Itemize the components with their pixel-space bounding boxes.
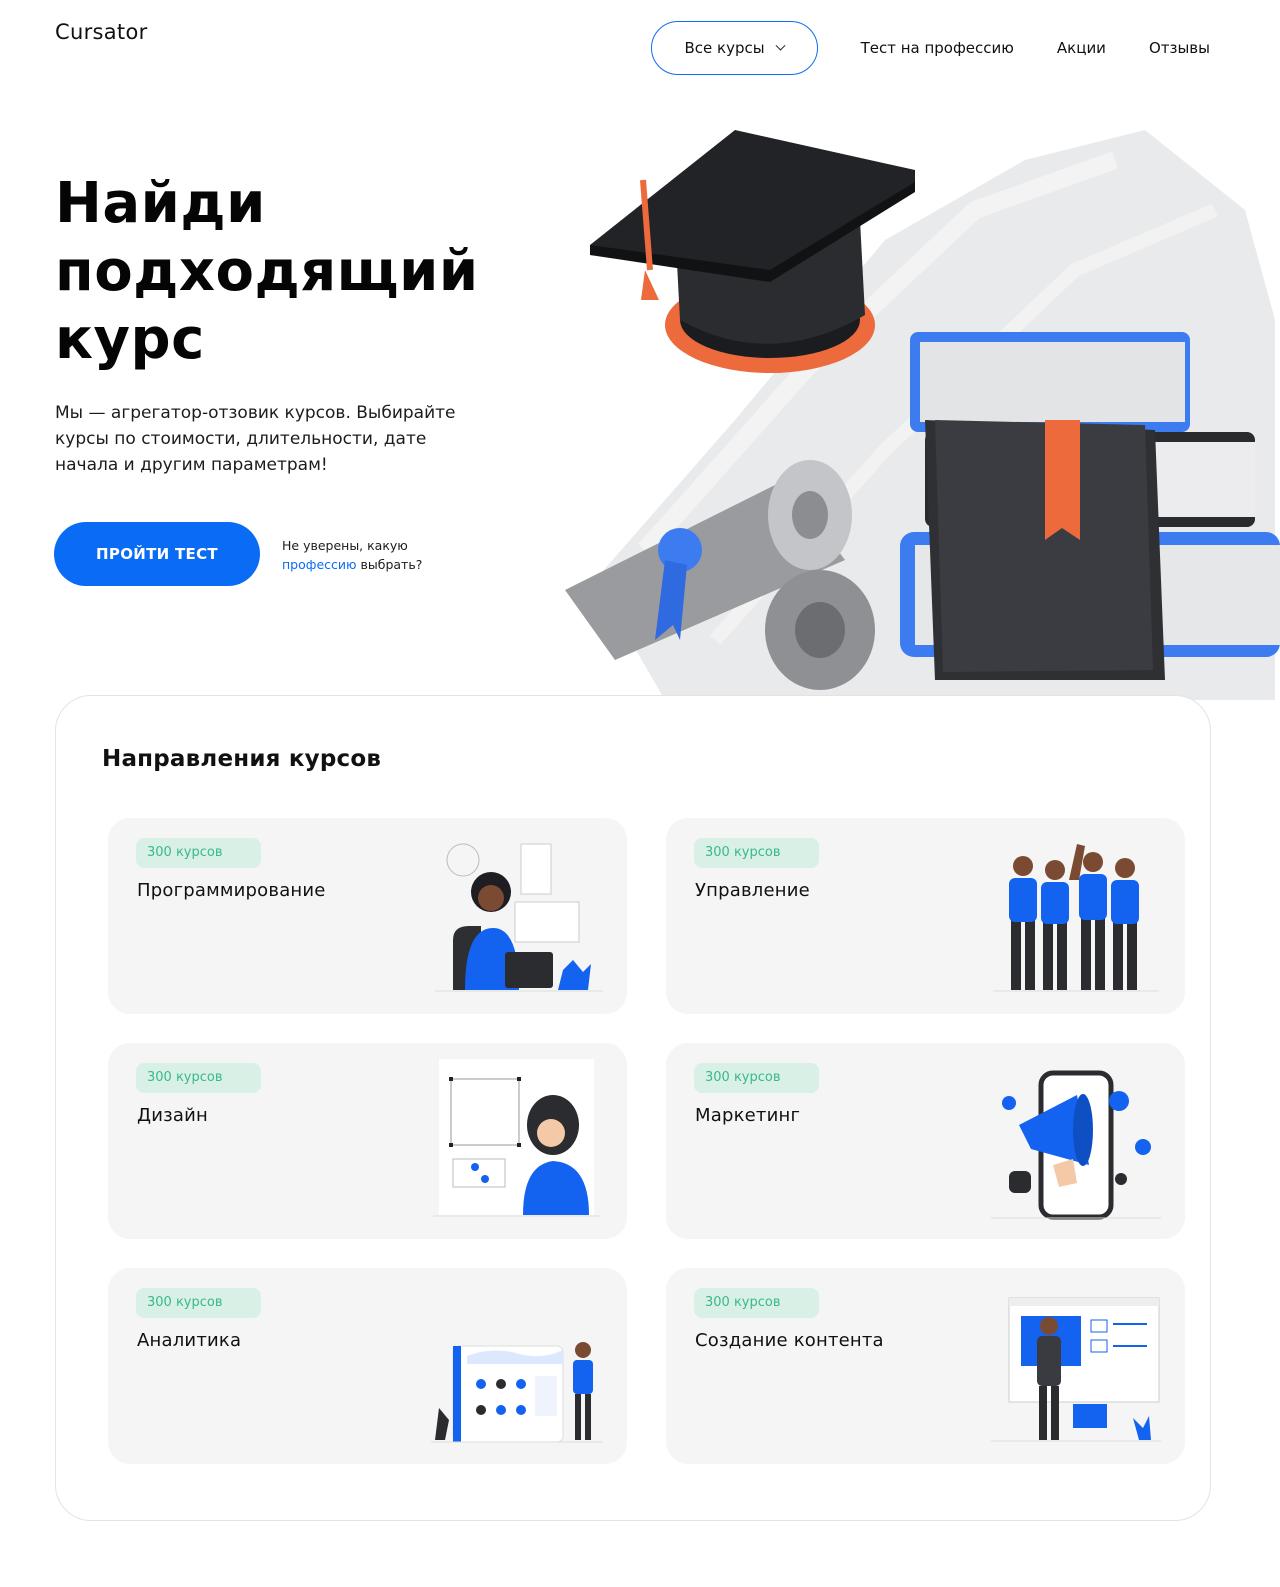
hero-title: Найди подходящий курс	[55, 170, 525, 374]
designer-illustration-icon	[433, 1059, 601, 1217]
section-title: Направления курсов	[102, 746, 382, 772]
direction-title: Дизайн	[137, 1105, 209, 1126]
course-count-badge: 300 курсов	[136, 838, 261, 868]
logo[interactable]: Cursator	[55, 20, 148, 44]
direction-card-marketing[interactable]: 300 курсов Маркетинг	[666, 1043, 1185, 1239]
direction-card-analytics[interactable]: 300 курсов Аналитика	[108, 1268, 627, 1464]
content-board-illustration-icon	[991, 1297, 1161, 1442]
hero-title-line: Найди	[55, 171, 266, 236]
direction-card-management[interactable]: 300 курсов Управление	[666, 818, 1185, 1014]
course-count-badge: 300 курсов	[694, 1288, 819, 1318]
chevron-down-icon	[775, 40, 786, 51]
programmer-illustration-icon	[435, 843, 603, 992]
hero-title-line: курс	[55, 307, 205, 372]
direction-card-design[interactable]: 300 курсов Дизайн	[108, 1043, 627, 1239]
take-test-button[interactable]: ПРОЙТИ ТЕСТ	[54, 522, 260, 586]
direction-title: Маркетинг	[695, 1105, 801, 1126]
direction-card-programming[interactable]: 300 курсов Программирование	[108, 818, 627, 1014]
all-courses-dropdown[interactable]: Все курсы	[650, 21, 818, 75]
course-count-badge: 300 курсов	[694, 838, 819, 868]
nav-link-profession-test[interactable]: Тест на профессию	[861, 39, 1014, 57]
cta-note-suffix: выбрать?	[356, 557, 423, 572]
direction-title: Программирование	[137, 880, 326, 901]
megaphone-phone-illustration-icon	[991, 1070, 1161, 1220]
course-count-badge: 300 курсов	[694, 1063, 819, 1093]
cta-note-text: Не уверены, какую	[282, 538, 408, 553]
cta-note: Не уверены, какую профессию выбрать?	[282, 536, 422, 574]
course-directions-section: Направления курсов 300 курсов Программир…	[55, 695, 1211, 1521]
analytics-dashboard-illustration-icon	[431, 1342, 603, 1443]
hero-subtitle: Мы — агрегатор-отзовик курсов. Выбирайте…	[55, 403, 456, 475]
nav-link-promotions[interactable]: Акции	[1057, 39, 1106, 57]
top-nav: Все курсы Тест на профессию Акции Отзывы	[650, 21, 1210, 75]
direction-card-content[interactable]: 300 курсов Создание контента	[666, 1268, 1185, 1464]
education-3d-illustration	[565, 130, 1280, 700]
hero-title-line: подходящий	[55, 239, 479, 304]
team-illustration-icon	[993, 844, 1159, 992]
course-count-badge: 300 курсов	[136, 1063, 261, 1093]
course-count-badge: 300 курсов	[136, 1288, 261, 1318]
profession-link[interactable]: профессию	[282, 557, 357, 572]
nav-link-reviews[interactable]: Отзывы	[1149, 39, 1210, 57]
direction-title: Аналитика	[137, 1330, 242, 1351]
graduation-cap-icon	[590, 130, 915, 373]
direction-title: Создание контента	[695, 1330, 884, 1351]
all-courses-label: Все курсы	[684, 39, 765, 57]
direction-title: Управление	[695, 880, 810, 901]
